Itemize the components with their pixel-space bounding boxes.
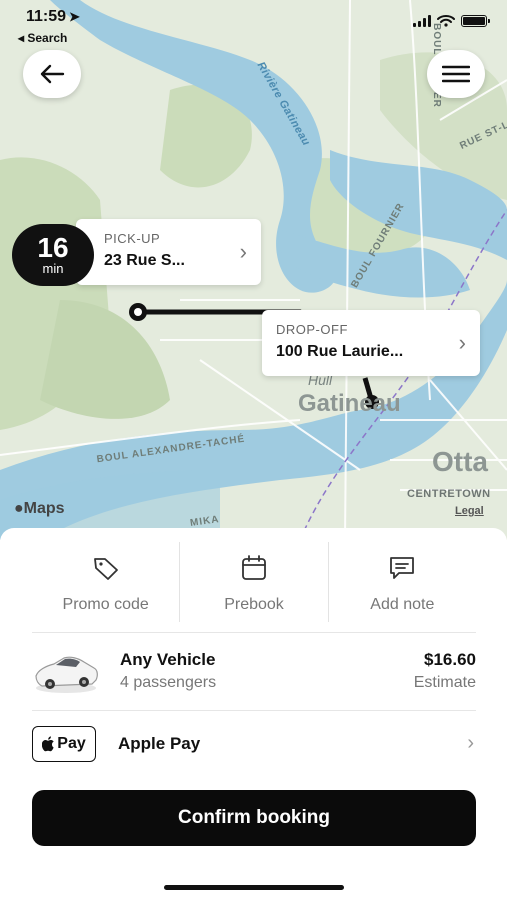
- message-icon: [390, 557, 415, 579]
- apple-pay-badge: Pay: [32, 726, 96, 762]
- map-label-ottawa: Otta: [432, 446, 488, 477]
- booking-sheet: Promo code Prebook Add note Any Vehicle …: [0, 528, 507, 900]
- add-note-button[interactable]: Add note: [327, 542, 476, 622]
- map-label-gatineau: Gatineau: [298, 390, 401, 417]
- fare-price: $16.60: [424, 650, 476, 669]
- back-to-app-link[interactable]: ◂ Search: [18, 31, 67, 45]
- pickup-callout[interactable]: PICK-UP 23 Rue S... ›: [76, 219, 261, 285]
- promo-code-label: Promo code: [62, 596, 149, 613]
- maps-logo-text: Maps: [23, 500, 65, 517]
- chevron-right-icon: ›: [467, 732, 474, 754]
- calendar-icon: [242, 555, 266, 580]
- status-time: 11:59 ➤: [26, 8, 80, 26]
- confirm-booking-button[interactable]: Confirm booking: [32, 790, 476, 846]
- dropoff-address: 100 Rue Laurie...: [276, 343, 404, 360]
- tag-icon: [93, 558, 118, 580]
- pickup-caption: PICK-UP: [104, 231, 161, 246]
- signal-icon: [413, 14, 431, 27]
- divider: [32, 710, 476, 711]
- map-label-centretown: CENTRETOWN: [407, 488, 491, 500]
- hamburger-menu-icon: [442, 65, 470, 83]
- promo-code-button[interactable]: Promo code: [32, 542, 179, 622]
- action-row: Promo code Prebook Add note: [32, 542, 476, 622]
- status-time-text: 11:59: [26, 8, 67, 25]
- pickup-address: 23 Rue S...: [104, 252, 185, 269]
- apple-pay-badge-text: Pay: [57, 735, 86, 752]
- home-indicator[interactable]: [164, 885, 344, 890]
- chevron-right-icon: ›: [239, 239, 247, 264]
- location-arrow-icon: ➤: [69, 9, 80, 24]
- vehicle-passengers: 4 passengers: [120, 674, 217, 691]
- apple-logo-icon: [42, 736, 54, 752]
- apple-maps-logo: ●Maps: [14, 500, 65, 518]
- payment-method-row[interactable]: Pay Apple Pay ›: [32, 724, 476, 770]
- system-icons: [413, 14, 490, 27]
- apple-logo-icon: ●: [14, 500, 24, 517]
- battery-icon: [461, 14, 490, 27]
- add-note-label: Add note: [370, 596, 435, 613]
- vehicle-option-row[interactable]: Any Vehicle 4 passengers $16.60 Estimate: [32, 640, 476, 706]
- chevron-right-icon: ›: [458, 330, 466, 355]
- eta-badge: 16 min: [12, 224, 94, 286]
- vehicle-name: Any Vehicle: [120, 650, 216, 669]
- payment-method-name: Apple Pay: [118, 734, 201, 753]
- eta-unit: min: [42, 261, 64, 276]
- prebook-button[interactable]: Prebook: [179, 542, 327, 622]
- dropoff-caption: DROP-OFF: [276, 322, 348, 337]
- eta-value: 16: [37, 232, 69, 263]
- arrow-left-icon: [40, 64, 65, 84]
- back-button[interactable]: [23, 50, 81, 98]
- fare-estimate-label: Estimate: [413, 674, 476, 691]
- screen: Rivière Gatineau BOUL GRÉBER RUE ST-L BO…: [0, 0, 507, 900]
- dropoff-callout[interactable]: DROP-OFF 100 Rue Laurie... ›: [262, 310, 480, 376]
- legal-link[interactable]: Legal: [455, 505, 484, 517]
- map-view[interactable]: Rivière Gatineau BOUL GRÉBER RUE ST-L BO…: [0, 0, 507, 540]
- divider: [32, 632, 476, 633]
- wifi-icon: [437, 15, 455, 27]
- menu-button[interactable]: [427, 50, 485, 98]
- prebook-label: Prebook: [224, 596, 284, 613]
- car-icon: [35, 656, 98, 693]
